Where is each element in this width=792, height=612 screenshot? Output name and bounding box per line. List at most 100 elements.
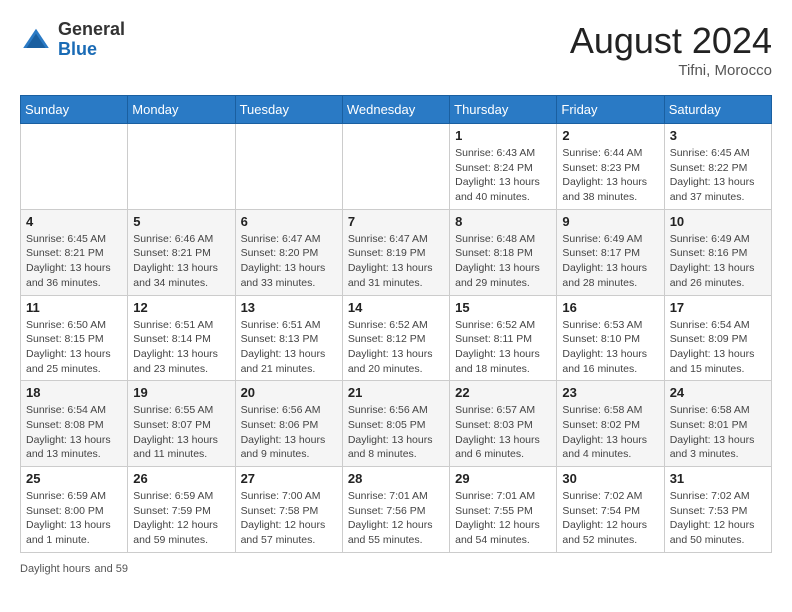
logo-text: General Blue xyxy=(58,20,125,60)
calendar-week-row: 11Sunrise: 6:50 AM Sunset: 8:15 PM Dayli… xyxy=(21,295,772,381)
day-number: 26 xyxy=(133,471,229,486)
day-info: Sunrise: 6:59 AM Sunset: 8:00 PM Dayligh… xyxy=(26,489,122,548)
day-info: Sunrise: 6:59 AM Sunset: 7:59 PM Dayligh… xyxy=(133,489,229,548)
calendar-cell: 27 Sunrise: 7:00 AM Sunset: 7:58 PM Dayli… xyxy=(235,467,342,553)
calendar-cell: 12 Sunrise: 6:51 AM Sunset: 8:14 PM Dayli… xyxy=(128,295,235,381)
calendar-cell: 6 Sunrise: 6:47 AM Sunset: 8:20 PM Daylig… xyxy=(235,209,342,295)
day-info: Sunrise: 6:51 AM Sunset: 8:14 PM Dayligh… xyxy=(133,318,229,377)
calendar-week-row: 4 Sunrise: 6:45 AM Sunset: 8:21 PM Daylig… xyxy=(21,209,772,295)
calendar-cell xyxy=(235,124,342,210)
calendar-cell: 9 Sunrise: 6:49 AM Sunset: 8:17 PM Daylig… xyxy=(557,209,664,295)
calendar-header-monday: Monday xyxy=(128,96,235,124)
month-year: August 2024 xyxy=(570,20,772,62)
calendar-cell: 18 Sunrise: 6:54 AM Sunset: 8:08 PM Dayli… xyxy=(21,381,128,467)
day-info: Sunrise: 6:43 AM Sunset: 8:24 PM Dayligh… xyxy=(455,146,551,205)
calendar-cell: 14Sunrise: 6:52 AM Sunset: 8:12 PM Dayli… xyxy=(342,295,449,381)
calendar-cell: 11Sunrise: 6:50 AM Sunset: 8:15 PM Dayli… xyxy=(21,295,128,381)
day-info: Sunrise: 6:52 AM Sunset: 8:11 PM Dayligh… xyxy=(455,318,551,377)
logo-icon xyxy=(20,24,52,56)
day-info: Sunrise: 6:58 AM Sunset: 8:01 PM Dayligh… xyxy=(670,403,766,462)
calendar-cell xyxy=(342,124,449,210)
day-number: 25 xyxy=(26,471,122,486)
day-info: Sunrise: 6:52 AM Sunset: 8:12 PM Dayligh… xyxy=(348,318,444,377)
day-info: Sunrise: 7:02 AM Sunset: 7:54 PM Dayligh… xyxy=(562,489,658,548)
day-number: 13 xyxy=(241,300,337,315)
day-number: 24 xyxy=(670,385,766,400)
day-number: 4 xyxy=(26,214,122,229)
day-number: 6 xyxy=(241,214,337,229)
footer: Daylight hours and 59 xyxy=(20,563,772,575)
calendar-cell: 24 Sunrise: 6:58 AM Sunset: 8:01 PM Dayli… xyxy=(664,381,771,467)
day-info: Sunrise: 6:53 AM Sunset: 8:10 PM Dayligh… xyxy=(562,318,658,377)
calendar-header-tuesday: Tuesday xyxy=(235,96,342,124)
day-info: Sunrise: 6:50 AM Sunset: 8:15 PM Dayligh… xyxy=(26,318,122,377)
day-number: 29 xyxy=(455,471,551,486)
calendar-header-friday: Friday xyxy=(557,96,664,124)
calendar-week-row: 25 Sunrise: 6:59 AM Sunset: 8:00 PM Dayli… xyxy=(21,467,772,553)
day-info: Sunrise: 6:51 AM Sunset: 8:13 PM Dayligh… xyxy=(241,318,337,377)
day-info: Sunrise: 6:56 AM Sunset: 8:06 PM Dayligh… xyxy=(241,403,337,462)
footer-label: Daylight hours xyxy=(20,563,90,575)
calendar-header-sunday: Sunday xyxy=(21,96,128,124)
calendar-cell: 7Sunrise: 6:47 AM Sunset: 8:19 PM Daylig… xyxy=(342,209,449,295)
day-number: 15 xyxy=(455,300,551,315)
day-info: Sunrise: 6:54 AM Sunset: 8:08 PM Dayligh… xyxy=(26,403,122,462)
day-info: Sunrise: 6:47 AM Sunset: 8:20 PM Dayligh… xyxy=(241,232,337,291)
calendar-cell: 16 Sunrise: 6:53 AM Sunset: 8:10 PM Dayli… xyxy=(557,295,664,381)
day-info: Sunrise: 7:01 AM Sunset: 7:55 PM Dayligh… xyxy=(455,489,551,548)
calendar-cell: 17Sunrise: 6:54 AM Sunset: 8:09 PM Dayli… xyxy=(664,295,771,381)
day-number: 1 xyxy=(455,128,551,143)
calendar-cell: 4 Sunrise: 6:45 AM Sunset: 8:21 PM Daylig… xyxy=(21,209,128,295)
day-number: 21 xyxy=(348,385,444,400)
day-info: Sunrise: 7:00 AM Sunset: 7:58 PM Dayligh… xyxy=(241,489,337,548)
day-number: 10 xyxy=(670,214,766,229)
calendar-cell: 3Sunrise: 6:45 AM Sunset: 8:22 PM Daylig… xyxy=(664,124,771,210)
day-info: Sunrise: 6:57 AM Sunset: 8:03 PM Dayligh… xyxy=(455,403,551,462)
day-info: Sunrise: 6:44 AM Sunset: 8:23 PM Dayligh… xyxy=(562,146,658,205)
day-info: Sunrise: 6:58 AM Sunset: 8:02 PM Dayligh… xyxy=(562,403,658,462)
calendar-cell xyxy=(21,124,128,210)
day-info: Sunrise: 6:46 AM Sunset: 8:21 PM Dayligh… xyxy=(133,232,229,291)
calendar-cell xyxy=(128,124,235,210)
calendar-cell: 8 Sunrise: 6:48 AM Sunset: 8:18 PM Daylig… xyxy=(450,209,557,295)
calendar-cell: 29 Sunrise: 7:01 AM Sunset: 7:55 PM Dayli… xyxy=(450,467,557,553)
day-number: 28 xyxy=(348,471,444,486)
day-number: 9 xyxy=(562,214,658,229)
day-number: 8 xyxy=(455,214,551,229)
calendar-cell: 15 Sunrise: 6:52 AM Sunset: 8:11 PM Dayli… xyxy=(450,295,557,381)
day-info: Sunrise: 6:48 AM Sunset: 8:18 PM Dayligh… xyxy=(455,232,551,291)
calendar-cell: 5 Sunrise: 6:46 AM Sunset: 8:21 PM Daylig… xyxy=(128,209,235,295)
day-number: 19 xyxy=(133,385,229,400)
calendar-cell: 1 Sunrise: 6:43 AM Sunset: 8:24 PM Daylig… xyxy=(450,124,557,210)
calendar-cell: 20Sunrise: 6:56 AM Sunset: 8:06 PM Dayli… xyxy=(235,381,342,467)
calendar-week-row: 18 Sunrise: 6:54 AM Sunset: 8:08 PM Dayli… xyxy=(21,381,772,467)
day-number: 22 xyxy=(455,385,551,400)
calendar-cell: 31 Sunrise: 7:02 AM Sunset: 7:53 PM Dayli… xyxy=(664,467,771,553)
calendar-cell: 28 Sunrise: 7:01 AM Sunset: 7:56 PM Dayli… xyxy=(342,467,449,553)
footer-note: and 59 xyxy=(94,563,128,575)
day-info: Sunrise: 7:02 AM Sunset: 7:53 PM Dayligh… xyxy=(670,489,766,548)
day-number: 27 xyxy=(241,471,337,486)
day-number: 5 xyxy=(133,214,229,229)
day-info: Sunrise: 6:49 AM Sunset: 8:16 PM Dayligh… xyxy=(670,232,766,291)
day-number: 23 xyxy=(562,385,658,400)
page-header: General Blue August 2024 Tifni, Morocco xyxy=(20,20,772,79)
day-info: Sunrise: 6:45 AM Sunset: 8:21 PM Dayligh… xyxy=(26,232,122,291)
calendar-cell: 30Sunrise: 7:02 AM Sunset: 7:54 PM Dayli… xyxy=(557,467,664,553)
calendar-cell: 2Sunrise: 6:44 AM Sunset: 8:23 PM Daylig… xyxy=(557,124,664,210)
day-number: 17 xyxy=(670,300,766,315)
day-number: 7 xyxy=(348,214,444,229)
calendar-cell: 19Sunrise: 6:55 AM Sunset: 8:07 PM Dayli… xyxy=(128,381,235,467)
day-number: 16 xyxy=(562,300,658,315)
calendar-cell: 23 Sunrise: 6:58 AM Sunset: 8:02 PM Dayli… xyxy=(557,381,664,467)
location: Tifni, Morocco xyxy=(570,62,772,79)
day-number: 3 xyxy=(670,128,766,143)
day-number: 12 xyxy=(133,300,229,315)
title-block: August 2024 Tifni, Morocco xyxy=(570,20,772,79)
calendar-header-wednesday: Wednesday xyxy=(342,96,449,124)
day-info: Sunrise: 7:01 AM Sunset: 7:56 PM Dayligh… xyxy=(348,489,444,548)
day-number: 31 xyxy=(670,471,766,486)
calendar-cell: 26 Sunrise: 6:59 AM Sunset: 7:59 PM Dayli… xyxy=(128,467,235,553)
day-info: Sunrise: 6:49 AM Sunset: 8:17 PM Dayligh… xyxy=(562,232,658,291)
day-number: 18 xyxy=(26,385,122,400)
